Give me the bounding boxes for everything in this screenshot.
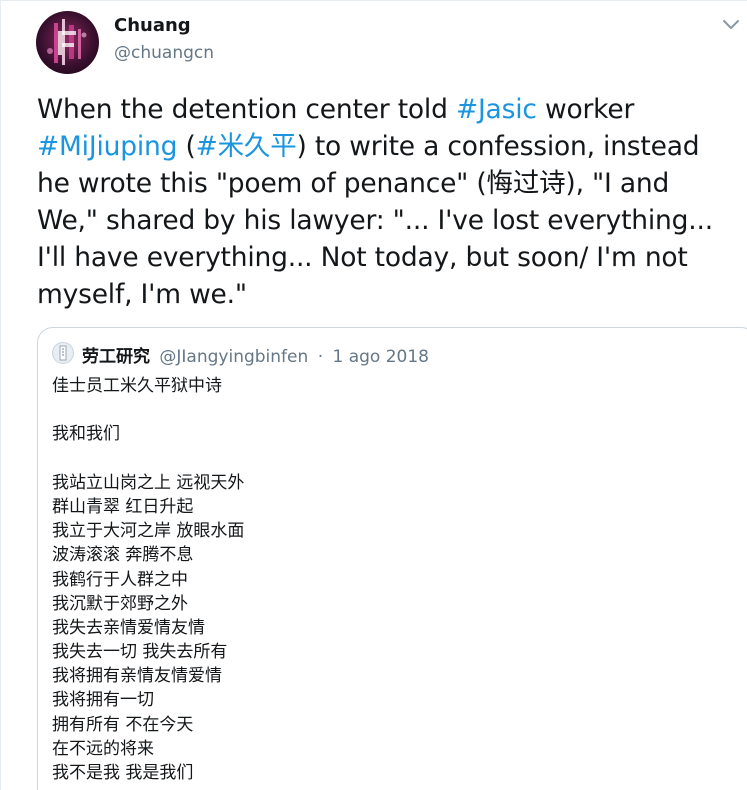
poem-line — [52, 398, 244, 422]
poem-line: 我和我们 — [52, 424, 120, 445]
quoted-text: 佳士员工米久平狱中诗 我和我们 我站立山岗之上 远视天外 群山青翠 红日升起 我… — [52, 374, 244, 785]
chevron-down-icon[interactable] — [721, 17, 741, 33]
quoted-header: 劳工研究 @JIangyingbinfen · 1 ago 2018 — [82, 342, 429, 367]
poem-line: 我鹤行于人群之中 — [52, 569, 188, 590]
poem-line — [52, 447, 244, 471]
tweet-text-part: ( — [177, 131, 196, 162]
poem-line: 我沉默于郊野之外 — [52, 593, 188, 614]
tweet-card: Chuang @chuangcn When the detention cent… — [0, 0, 747, 790]
poem-line: 我将拥有亲情友情爱情 — [52, 666, 222, 687]
quoted-author-handle[interactable]: @JIangyingbinfen — [159, 347, 308, 367]
tweet-text: When the detention center told #Jasic wo… — [37, 91, 737, 313]
poem-line: 我不是我 我是我们 — [52, 763, 194, 783]
poem-line: 波涛滚滚 奔腾不息 — [52, 545, 194, 566]
quoted-separator: · — [317, 347, 324, 367]
poem-line: 我失去亲情爱情友情 — [52, 617, 205, 638]
quoted-author-name[interactable]: 劳工研究 — [82, 347, 150, 367]
poem-line: 群山青翠 红日升起 — [52, 496, 194, 517]
poem-line: 拥有所有 不在今天 — [52, 714, 194, 735]
tweet-text-part: When the detention center told — [37, 94, 456, 125]
author-name[interactable]: Chuang — [114, 15, 191, 36]
quoted-tweet[interactable]: 劳工研究 @JIangyingbinfen · 1 ago 2018 佳士员工米… — [37, 327, 747, 790]
poem-line: 我立于大河之岸 放眼水面 — [52, 521, 245, 542]
poem-line: 我站立山岗之上 远视天外 — [52, 472, 245, 493]
poem-line: 我失去一切 我失去所有 — [52, 642, 228, 663]
hashtag-jasic[interactable]: #Jasic — [456, 94, 537, 125]
hashtag-cn[interactable]: #米久平 — [196, 131, 297, 162]
poem-line: 佳士员工米久平狱中诗 — [52, 376, 222, 396]
hashtag-mijiuping[interactable]: #MiJiuping — [37, 131, 177, 162]
author-handle[interactable]: @chuangcn — [114, 43, 214, 63]
poem-line: 在不远的将来 — [52, 738, 154, 759]
quoted-date[interactable]: 1 ago 2018 — [333, 347, 430, 367]
quoted-avatar[interactable] — [52, 342, 74, 364]
poem-line: 我将拥有一切 — [52, 690, 154, 711]
author-avatar[interactable] — [36, 11, 99, 74]
tweet-text-part: worker — [536, 94, 635, 125]
